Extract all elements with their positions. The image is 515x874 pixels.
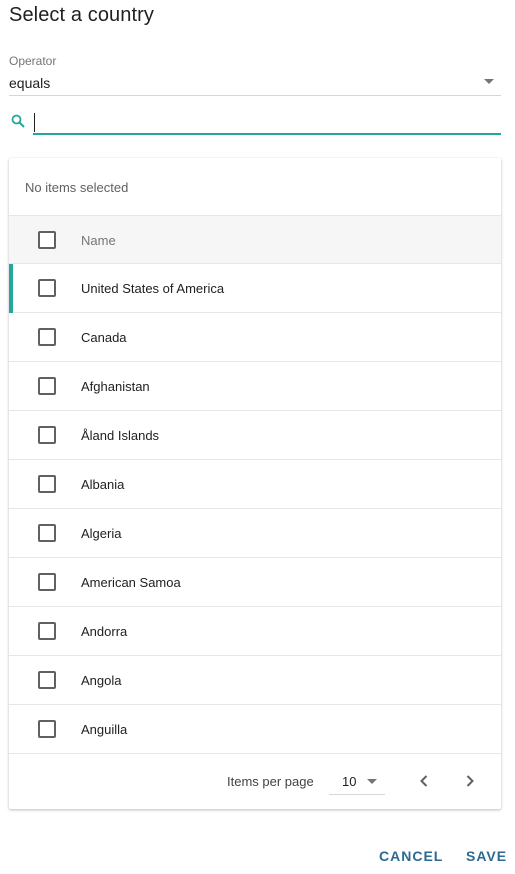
row-checkbox[interactable] [38, 279, 56, 297]
country-name: Albania [81, 477, 125, 492]
country-name: Andorra [81, 624, 128, 639]
operator-value: equals [9, 75, 51, 91]
table-row[interactable]: Angola [9, 656, 501, 705]
chevron-right-icon [466, 775, 474, 787]
save-button[interactable]: SAVE [466, 848, 507, 864]
table-row[interactable]: Albania [9, 460, 501, 509]
dialog-title: Select a country [9, 4, 155, 26]
row-checkbox[interactable] [38, 720, 56, 738]
text-cursor [34, 113, 35, 132]
items-per-page-select[interactable]: 10 [329, 767, 385, 795]
table-row[interactable]: Algeria [9, 509, 501, 558]
row-checkbox[interactable] [38, 328, 56, 346]
table-body: United States of America Canada Afghanis… [9, 264, 501, 754]
items-per-page-value: 10 [342, 774, 357, 789]
table-row[interactable]: United States of America [9, 264, 501, 313]
row-checkbox[interactable] [38, 377, 56, 395]
country-name: Åland Islands [81, 428, 160, 443]
country-name: Anguilla [81, 722, 128, 737]
table-row[interactable]: American Samoa [9, 558, 501, 607]
row-checkbox[interactable] [38, 524, 56, 542]
country-name: Canada [81, 330, 127, 345]
search-input[interactable] [33, 110, 501, 135]
items-per-page-label: Items per page [227, 774, 314, 789]
table-row[interactable]: Andorra [9, 607, 501, 656]
country-name: Afghanistan [81, 379, 150, 394]
table-row[interactable]: Afghanistan [9, 362, 501, 411]
cancel-button[interactable]: CANCEL [379, 848, 443, 864]
table-row[interactable]: Anguilla [9, 705, 501, 754]
dropdown-arrow-icon [367, 779, 377, 784]
previous-page-button[interactable] [412, 769, 436, 793]
row-checkbox[interactable] [38, 671, 56, 689]
operator-label: Operator [9, 54, 57, 68]
next-page-button[interactable] [458, 769, 482, 793]
country-table-card: No items selected Name United States of … [9, 158, 501, 809]
select-all-checkbox[interactable] [38, 231, 56, 249]
row-checkbox[interactable] [38, 475, 56, 493]
table-row[interactable]: Canada [9, 313, 501, 362]
search-icon [11, 114, 25, 128]
chevron-left-icon [420, 775, 428, 787]
operator-select[interactable]: equals [9, 72, 501, 96]
row-checkbox[interactable] [38, 573, 56, 591]
row-checkbox[interactable] [38, 426, 56, 444]
name-column-header[interactable]: Name [81, 233, 116, 248]
country-name: United States of America [81, 281, 225, 296]
country-name: American Samoa [81, 575, 181, 590]
country-name: Angola [81, 673, 122, 688]
table-row[interactable]: Åland Islands [9, 411, 501, 460]
country-name: Algeria [81, 526, 122, 541]
row-checkbox[interactable] [38, 622, 56, 640]
selection-status: No items selected [25, 180, 129, 195]
dropdown-arrow-icon [484, 79, 494, 84]
table-header: Name [9, 215, 501, 264]
